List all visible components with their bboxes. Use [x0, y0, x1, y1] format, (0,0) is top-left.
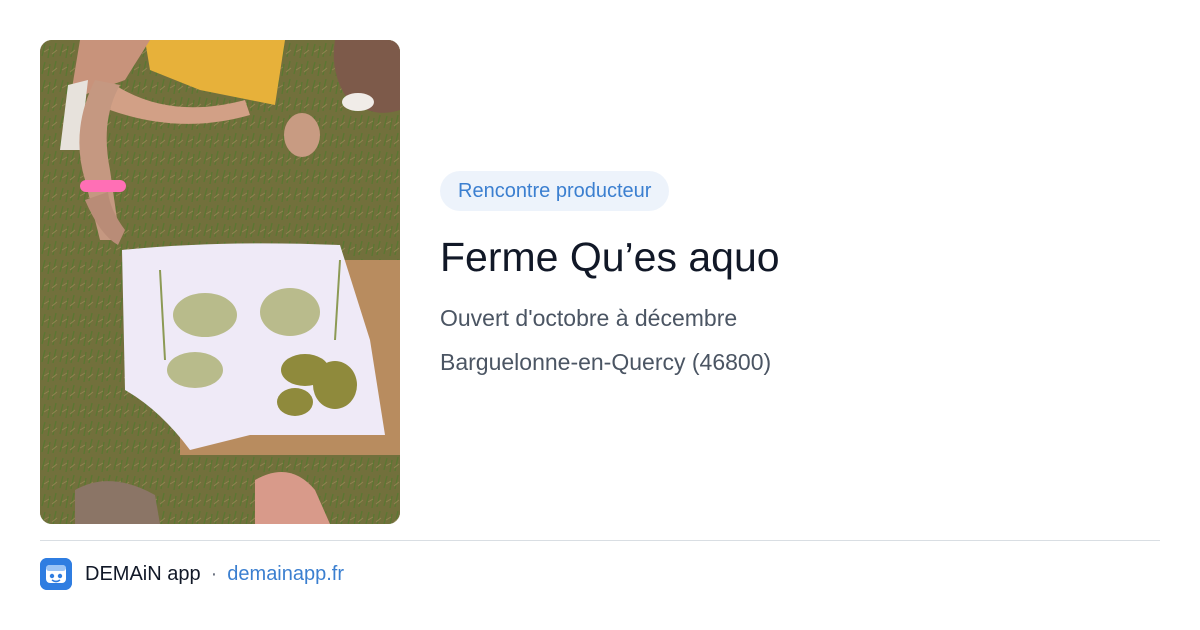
card-info: Rencontre producteur Ferme Qu’es aquo Ou… — [440, 171, 1140, 377]
link-preview-card[interactable]: Rencontre producteur Ferme Qu’es aquo Ou… — [0, 0, 1200, 630]
page-title[interactable]: Ferme Qu’es aquo — [440, 233, 1140, 281]
demain-app-logo-icon — [40, 558, 72, 590]
category-tag: Rencontre producteur — [440, 171, 670, 211]
photo-image — [40, 40, 400, 524]
footer-separator: · — [210, 562, 218, 585]
app-name: DEMAiN app — [85, 562, 201, 585]
divider — [40, 540, 1160, 541]
location: Barguelonne-en-Quercy (46800) — [440, 349, 772, 375]
site-link[interactable]: demainapp.fr — [227, 563, 344, 586]
card-photo — [40, 40, 400, 524]
footer: DEMAiN app · demainapp.fr — [40, 557, 344, 591]
opening-period: Ouvert d'octobre à décembre — [440, 305, 738, 331]
